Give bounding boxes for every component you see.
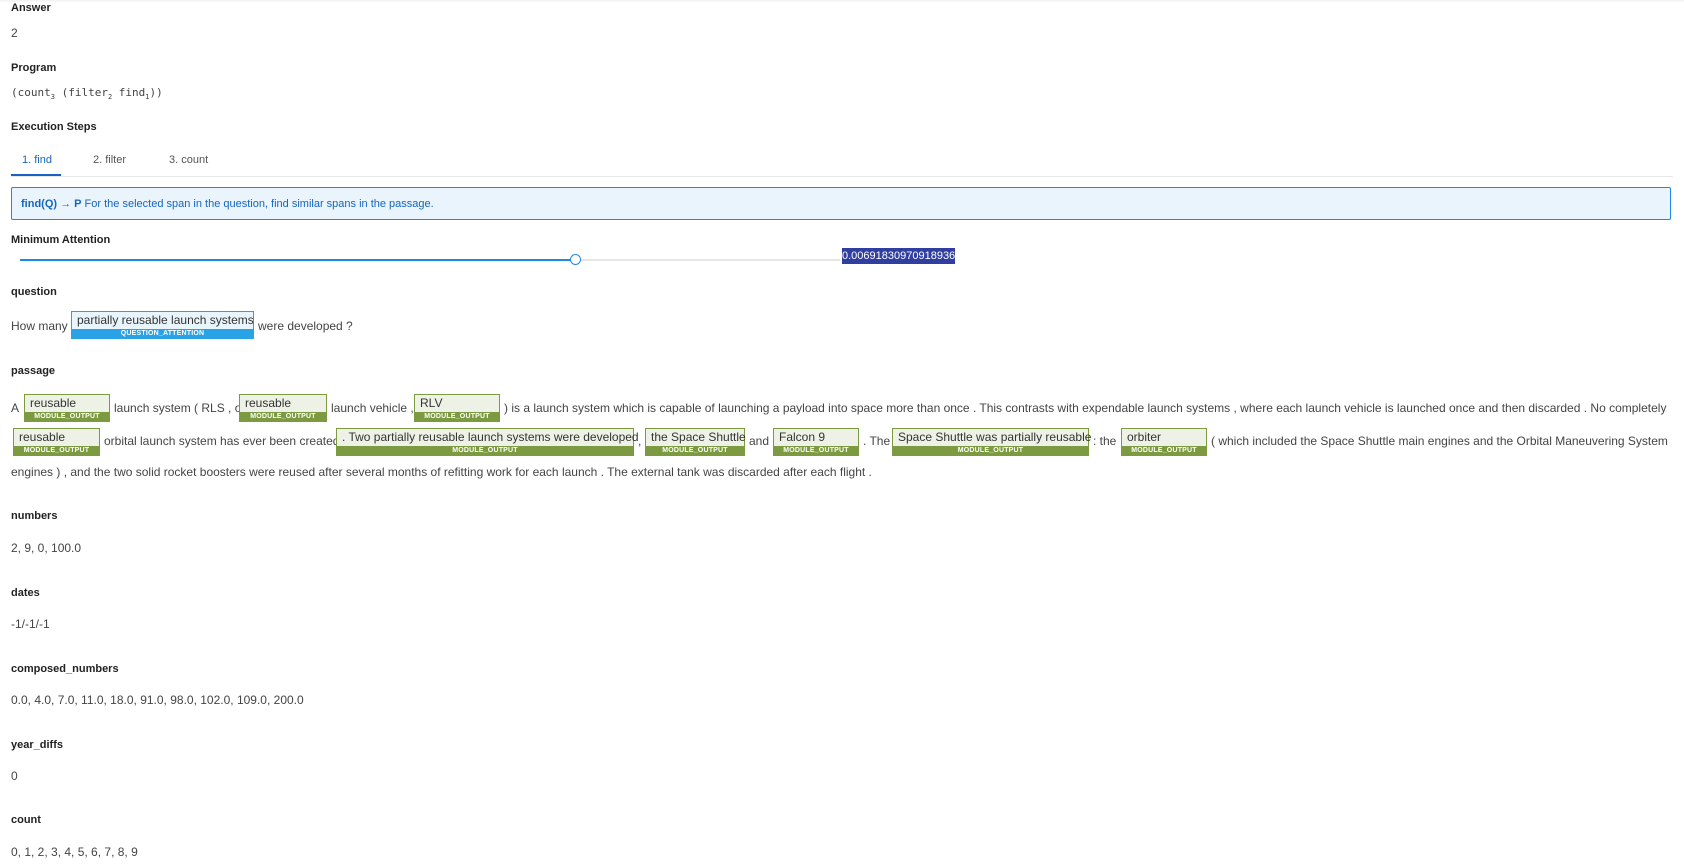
question-chip-text: partially reusable launch systems	[77, 313, 254, 327]
module-output-chip[interactable]: reusable MODULE_OUTPUT	[239, 394, 327, 422]
execution-steps-label: Execution Steps	[11, 121, 97, 133]
dates-value: -1/-1/-1	[11, 617, 50, 631]
module-output-chip[interactable]: reusable MODULE_OUTPUT	[24, 394, 110, 422]
min-attention-label: Minimum Attention	[11, 234, 111, 246]
module-info-banner: find(Q) → P For the selected span in the…	[11, 187, 1671, 220]
answer-value: 2	[11, 26, 18, 40]
passage-text: ) is a launch system which is capable of…	[504, 401, 1667, 415]
program-label: Program	[11, 62, 57, 74]
chip-text: Space Shuttle was partially reusable	[898, 430, 1092, 444]
chip-text: reusable	[30, 396, 77, 410]
chip-tag: MODULE_OUTPUT	[14, 446, 99, 455]
question-text-post: were developed ?	[258, 319, 353, 333]
min-attention-value[interactable]: 0.00691830970918936	[842, 248, 956, 264]
module-output-chip[interactable]: orbiter MODULE_OUTPUT	[1121, 428, 1207, 456]
execution-tabs: 1. find 2. filter 3. count	[11, 150, 1673, 177]
slider-fill	[20, 259, 576, 261]
passage-label: passage	[11, 365, 56, 377]
chip-text: reusable	[19, 430, 66, 444]
passage-text: . The	[863, 434, 891, 448]
chip-tag: MODULE_OUTPUT	[415, 412, 499, 421]
module-output-chip[interactable]: RLV MODULE_OUTPUT	[414, 394, 500, 422]
passage-text: ,	[638, 434, 642, 448]
chip-tag: MODULE_OUTPUT	[646, 446, 744, 455]
chip-tag: MODULE_OUTPUT	[240, 412, 326, 421]
chip-tag: MODULE_OUTPUT	[893, 446, 1088, 455]
passage-text: engines ) , and the two solid rocket boo…	[11, 465, 872, 479]
module-output-chip[interactable]: Space Shuttle was partially reusable MOD…	[892, 428, 1092, 456]
chip-tag: MODULE_OUTPUT	[25, 412, 109, 421]
passage-text: A	[11, 401, 20, 415]
chip-text: RLV	[420, 396, 443, 410]
dates-label: dates	[11, 587, 40, 599]
chip-tag: MODULE_OUTPUT	[1122, 446, 1206, 455]
chip-text: the Space Shuttle	[651, 430, 746, 444]
year-diffs-value: 0	[11, 769, 18, 783]
question-label: question	[11, 286, 57, 298]
passage-text: orbital launch system has ever been crea…	[104, 434, 340, 448]
program-value: (count3 (filter2 find1))	[11, 86, 163, 102]
tab-count[interactable]: 3. count	[169, 154, 208, 166]
year-diffs-label: year_diffs	[11, 739, 63, 751]
active-tab-indicator	[11, 174, 61, 176]
passage-text: : the	[1093, 434, 1117, 448]
min-attention-slider[interactable]	[20, 254, 840, 265]
question-text-pre: How many	[11, 319, 68, 333]
module-description: For the selected span in the question, f…	[81, 198, 434, 210]
chip-tag: MODULE_OUTPUT	[774, 446, 858, 455]
passage-text: ( which included the Space Shuttle main …	[1211, 434, 1668, 448]
numbers-label: numbers	[11, 510, 58, 522]
numbers-value: 2, 9, 0, 100.0	[11, 541, 82, 555]
module-signature: find(Q) → P	[21, 198, 82, 210]
chip-text: orbiter	[1127, 430, 1162, 444]
chip-text: Falcon 9	[779, 430, 826, 444]
chip-tag: MODULE_OUTPUT	[337, 446, 633, 455]
module-output-chip[interactable]: reusable MODULE_OUTPUT	[13, 428, 100, 456]
passage-text: launch system ( RLS , or	[114, 401, 246, 415]
module-output-chip[interactable]: Falcon 9 MODULE_OUTPUT	[773, 428, 859, 456]
passage-text: and	[749, 434, 770, 448]
count-value: 0, 1, 2, 3, 4, 5, 6, 7, 8, 9	[11, 845, 138, 859]
module-output-chip[interactable]: the Space Shuttle MODULE_OUTPUT	[645, 428, 746, 456]
question-attention-chip[interactable]: partially reusable launch systems QUESTI…	[71, 311, 254, 339]
answer-label: Answer	[11, 2, 51, 14]
count-label: count	[11, 814, 41, 826]
chip-text: . Two partially reusable launch systems …	[342, 430, 639, 444]
top-divider	[0, 0, 1684, 3]
slider-thumb[interactable]	[570, 254, 582, 265]
tab-find[interactable]: 1. find	[22, 154, 52, 166]
composed-numbers-label: composed_numbers	[11, 663, 119, 675]
passage-text: launch vehicle ,	[331, 401, 414, 415]
composed-numbers-value: 0.0, 4.0, 7.0, 11.0, 18.0, 91.0, 98.0, 1…	[11, 693, 304, 707]
tab-filter[interactable]: 2. filter	[93, 154, 126, 166]
chip-text: reusable	[245, 396, 292, 410]
module-output-chip[interactable]: . Two partially reusable launch systems …	[336, 428, 639, 456]
question-chip-tag: QUESTION_ATTENTION	[72, 329, 253, 338]
